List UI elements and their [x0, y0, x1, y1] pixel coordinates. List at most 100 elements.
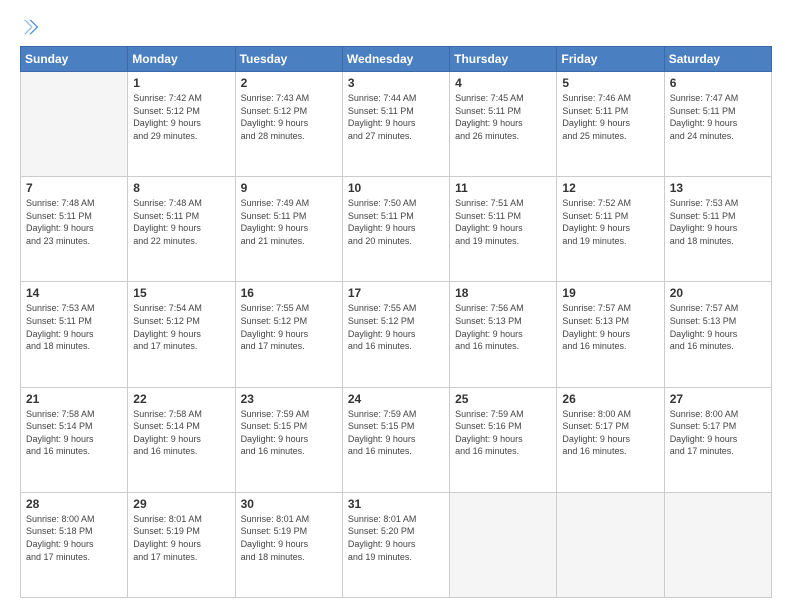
weekday-header-wednesday: Wednesday	[342, 47, 449, 72]
day-info: Sunrise: 7:48 AM Sunset: 5:11 PM Dayligh…	[133, 197, 229, 247]
day-number: 31	[348, 497, 444, 511]
calendar-cell: 28 Sunrise: 8:00 AM Sunset: 5:18 PM Dayli…	[21, 492, 128, 597]
day-number: 13	[670, 181, 766, 195]
day-number: 20	[670, 286, 766, 300]
calendar-cell: 12Sunrise: 7:52 AM Sunset: 5:11 PM Dayli…	[557, 177, 664, 282]
day-info: Sunrise: 7:46 AM Sunset: 5:11 PM Dayligh…	[562, 92, 658, 142]
day-info: Sunrise: 7:54 AM Sunset: 5:12 PM Dayligh…	[133, 302, 229, 352]
calendar-cell: 10 Sunrise: 7:50 AM Sunset: 5:11 PM Dayli…	[342, 177, 449, 282]
calendar-cell	[21, 72, 128, 177]
day-info: Sunrise: 7:59 AM Sunset: 5:15 PM Dayligh…	[241, 408, 337, 458]
day-info: Sunrise: 7:59 AM Sunset: 5:15 PM Dayligh…	[348, 408, 444, 458]
day-info: Sunrise: 7:43 AM Sunset: 5:12 PM Dayligh…	[241, 92, 337, 142]
day-info: Sunrise: 7:47 AM Sunset: 5:11 PM Dayligh…	[670, 92, 766, 142]
day-info: Sunrise: 7:56 AM Sunset: 5:13 PM Dayligh…	[455, 302, 551, 352]
day-info: Sunrise: 7:59 AM Sunset: 5:16 PM Dayligh…	[455, 408, 551, 458]
calendar-cell: 31 Sunrise: 8:01 AM Sunset: 5:20 PM Dayli…	[342, 492, 449, 597]
day-info: Sunrise: 8:01 AM Sunset: 5:19 PM Dayligh…	[241, 513, 337, 563]
day-number: 12	[562, 181, 658, 195]
calendar-cell: 21 Sunrise: 7:58 AM Sunset: 5:14 PM Dayli…	[21, 387, 128, 492]
day-number: 30	[241, 497, 337, 511]
calendar-cell: 11 Sunrise: 7:51 AM Sunset: 5:11 PM Dayli…	[450, 177, 557, 282]
calendar-page: SundayMondayTuesdayWednesdayThursdayFrid…	[0, 0, 792, 612]
calendar-cell: 27Sunrise: 8:00 AM Sunset: 5:17 PM Dayli…	[664, 387, 771, 492]
day-info: Sunrise: 7:49 AM Sunset: 5:11 PM Dayligh…	[241, 197, 337, 247]
calendar-cell	[450, 492, 557, 597]
day-number: 22	[133, 392, 229, 406]
weekday-header-thursday: Thursday	[450, 47, 557, 72]
weekday-header-monday: Monday	[128, 47, 235, 72]
week-row-2: 7Sunrise: 7:48 AM Sunset: 5:11 PM Daylig…	[21, 177, 772, 282]
calendar-cell: 29 Sunrise: 8:01 AM Sunset: 5:19 PM Dayli…	[128, 492, 235, 597]
day-number: 23	[241, 392, 337, 406]
day-number: 9	[241, 181, 337, 195]
day-info: Sunrise: 8:01 AM Sunset: 5:20 PM Dayligh…	[348, 513, 444, 563]
calendar-cell	[664, 492, 771, 597]
logo-icon	[22, 18, 40, 36]
calendar-cell	[557, 492, 664, 597]
day-info: Sunrise: 8:00 AM Sunset: 5:17 PM Dayligh…	[562, 408, 658, 458]
day-number: 17	[348, 286, 444, 300]
calendar-cell: 6 Sunrise: 7:47 AM Sunset: 5:11 PM Daylig…	[664, 72, 771, 177]
day-info: Sunrise: 7:51 AM Sunset: 5:11 PM Dayligh…	[455, 197, 551, 247]
header	[20, 18, 772, 36]
calendar-cell: 19Sunrise: 7:57 AM Sunset: 5:13 PM Dayli…	[557, 282, 664, 387]
day-info: Sunrise: 7:42 AM Sunset: 5:12 PM Dayligh…	[133, 92, 229, 142]
weekday-header-friday: Friday	[557, 47, 664, 72]
day-number: 11	[455, 181, 551, 195]
calendar-cell: 30 Sunrise: 8:01 AM Sunset: 5:19 PM Dayli…	[235, 492, 342, 597]
week-row-1: 1 Sunrise: 7:42 AM Sunset: 5:12 PM Daylig…	[21, 72, 772, 177]
day-number: 2	[241, 76, 337, 90]
calendar-cell: 20 Sunrise: 7:57 AM Sunset: 5:13 PM Dayli…	[664, 282, 771, 387]
day-number: 26	[562, 392, 658, 406]
day-number: 16	[241, 286, 337, 300]
day-number: 6	[670, 76, 766, 90]
calendar-cell: 25 Sunrise: 7:59 AM Sunset: 5:16 PM Dayli…	[450, 387, 557, 492]
day-number: 1	[133, 76, 229, 90]
day-info: Sunrise: 8:01 AM Sunset: 5:19 PM Dayligh…	[133, 513, 229, 563]
day-info: Sunrise: 7:44 AM Sunset: 5:11 PM Dayligh…	[348, 92, 444, 142]
day-info: Sunrise: 7:58 AM Sunset: 5:14 PM Dayligh…	[26, 408, 122, 458]
calendar-cell: 2 Sunrise: 7:43 AM Sunset: 5:12 PM Daylig…	[235, 72, 342, 177]
week-row-5: 28 Sunrise: 8:00 AM Sunset: 5:18 PM Dayli…	[21, 492, 772, 597]
day-number: 10	[348, 181, 444, 195]
day-number: 3	[348, 76, 444, 90]
calendar-cell: 24Sunrise: 7:59 AM Sunset: 5:15 PM Dayli…	[342, 387, 449, 492]
calendar-cell: 7Sunrise: 7:48 AM Sunset: 5:11 PM Daylig…	[21, 177, 128, 282]
day-info: Sunrise: 7:55 AM Sunset: 5:12 PM Dayligh…	[241, 302, 337, 352]
weekday-header-tuesday: Tuesday	[235, 47, 342, 72]
day-info: Sunrise: 7:45 AM Sunset: 5:11 PM Dayligh…	[455, 92, 551, 142]
calendar-table: SundayMondayTuesdayWednesdayThursdayFrid…	[20, 46, 772, 598]
day-info: Sunrise: 7:57 AM Sunset: 5:13 PM Dayligh…	[670, 302, 766, 352]
calendar-cell: 13 Sunrise: 7:53 AM Sunset: 5:11 PM Dayli…	[664, 177, 771, 282]
day-number: 28	[26, 497, 122, 511]
calendar-cell: 4 Sunrise: 7:45 AM Sunset: 5:11 PM Daylig…	[450, 72, 557, 177]
day-number: 5	[562, 76, 658, 90]
calendar-cell: 14Sunrise: 7:53 AM Sunset: 5:11 PM Dayli…	[21, 282, 128, 387]
day-number: 8	[133, 181, 229, 195]
day-number: 4	[455, 76, 551, 90]
day-info: Sunrise: 7:57 AM Sunset: 5:13 PM Dayligh…	[562, 302, 658, 352]
calendar-cell: 3 Sunrise: 7:44 AM Sunset: 5:11 PM Daylig…	[342, 72, 449, 177]
calendar-cell: 5 Sunrise: 7:46 AM Sunset: 5:11 PM Daylig…	[557, 72, 664, 177]
weekday-header-row: SundayMondayTuesdayWednesdayThursdayFrid…	[21, 47, 772, 72]
calendar-cell: 8 Sunrise: 7:48 AM Sunset: 5:11 PM Daylig…	[128, 177, 235, 282]
calendar-cell: 22 Sunrise: 7:58 AM Sunset: 5:14 PM Dayli…	[128, 387, 235, 492]
calendar-cell: 9 Sunrise: 7:49 AM Sunset: 5:11 PM Daylig…	[235, 177, 342, 282]
day-info: Sunrise: 7:58 AM Sunset: 5:14 PM Dayligh…	[133, 408, 229, 458]
logo	[20, 18, 40, 36]
calendar-cell: 15 Sunrise: 7:54 AM Sunset: 5:12 PM Dayli…	[128, 282, 235, 387]
day-number: 21	[26, 392, 122, 406]
day-info: Sunrise: 7:53 AM Sunset: 5:11 PM Dayligh…	[670, 197, 766, 247]
day-number: 25	[455, 392, 551, 406]
week-row-4: 21 Sunrise: 7:58 AM Sunset: 5:14 PM Dayli…	[21, 387, 772, 492]
calendar-cell: 18Sunrise: 7:56 AM Sunset: 5:13 PM Dayli…	[450, 282, 557, 387]
calendar-cell: 1 Sunrise: 7:42 AM Sunset: 5:12 PM Daylig…	[128, 72, 235, 177]
day-info: Sunrise: 8:00 AM Sunset: 5:17 PM Dayligh…	[670, 408, 766, 458]
day-number: 29	[133, 497, 229, 511]
day-info: Sunrise: 8:00 AM Sunset: 5:18 PM Dayligh…	[26, 513, 122, 563]
day-number: 15	[133, 286, 229, 300]
weekday-header-sunday: Sunday	[21, 47, 128, 72]
day-info: Sunrise: 7:50 AM Sunset: 5:11 PM Dayligh…	[348, 197, 444, 247]
calendar-cell: 26 Sunrise: 8:00 AM Sunset: 5:17 PM Dayli…	[557, 387, 664, 492]
